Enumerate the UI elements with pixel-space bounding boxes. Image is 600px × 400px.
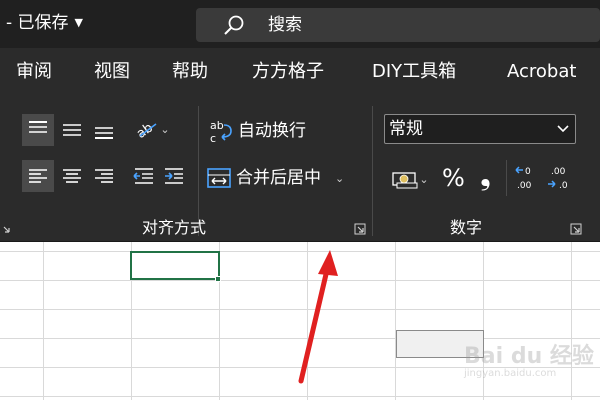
tab-acrobat[interactable]: Acrobat [507, 61, 576, 83]
tab-fangfang-gezi[interactable]: 方方格子 [252, 61, 324, 83]
tab-help[interactable]: 帮助 [172, 61, 208, 83]
merge-center-icon [207, 168, 231, 188]
separator [198, 106, 199, 236]
number-group-label: 数字 [450, 218, 483, 237]
bottom-align-button[interactable] [88, 114, 120, 146]
watermark-text: Bai du 经验 [464, 344, 594, 369]
decrease-indent-icon [133, 168, 153, 184]
accounting-format-button[interactable]: ⌄ [384, 164, 436, 194]
wrap-text-label: 自动换行 [238, 121, 306, 141]
left-align-button[interactable] [22, 160, 54, 192]
chevron-down-icon [557, 125, 569, 133]
svg-text:.0: .0 [559, 181, 568, 191]
orientation-icon: ab [134, 120, 157, 140]
orientation-button[interactable]: ab ⌄ [128, 114, 176, 144]
chevron-down-icon[interactable]: ⌄ [419, 173, 428, 186]
comma-style-button[interactable]: ❟ [480, 160, 491, 192]
increase-decimal-button[interactable]: 0 .00 [512, 162, 542, 194]
increase-indent-icon [165, 168, 183, 184]
middle-align-icon [63, 124, 81, 136]
dialog-launcher-icon[interactable] [0, 223, 12, 235]
center-align-icon [63, 169, 81, 183]
svg-text:0: 0 [525, 167, 531, 177]
accounting-format-icon [392, 172, 418, 189]
number-format-select[interactable]: 常规 [384, 114, 576, 144]
number-format-value: 常规 [389, 119, 423, 139]
search-label: 搜索 [268, 15, 302, 35]
svg-text:c: c [210, 132, 216, 144]
ribbon-tabs: 审阅 视图 帮助 方方格子 DIY工具箱 Acrobat [0, 48, 600, 96]
bottom-align-icon [95, 127, 113, 139]
watermark-url: jingyan.baidu.com [464, 368, 557, 379]
left-align-icon [29, 169, 47, 183]
ribbon: ab ⌄ ab c 自动换行 合并后居中 ⌄ 对齐方式 常规 ⌄ % ❟ 0 .… [0, 96, 600, 242]
chevron-down-icon[interactable]: ▼ [75, 16, 83, 29]
chevron-down-icon[interactable]: ⌄ [335, 172, 344, 185]
svg-text:ab: ab [210, 119, 224, 132]
watermark: Bai du 经验 jingyan.baidu.com [464, 338, 594, 384]
right-align-button[interactable] [88, 160, 120, 192]
merge-center-button[interactable]: 合并后居中 ⌄ [206, 164, 356, 192]
tab-view[interactable]: 视图 [94, 61, 130, 83]
decrease-decimal-button[interactable]: .00 .0 [544, 162, 574, 194]
increase-decimal-icon: 0 .00 [515, 166, 532, 191]
dialog-launcher-icon[interactable] [570, 223, 582, 235]
increase-indent-button[interactable] [160, 160, 190, 192]
alignment-group-label: 对齐方式 [142, 218, 207, 237]
selected-cell[interactable] [130, 251, 220, 280]
separator [506, 160, 507, 196]
search-box[interactable]: 搜索 [196, 8, 600, 42]
top-align-icon [29, 121, 47, 133]
svg-text:.00: .00 [517, 181, 532, 191]
middle-align-button[interactable] [56, 114, 88, 146]
center-align-button[interactable] [56, 160, 88, 192]
svg-text:ab: ab [134, 120, 156, 140]
percent-style-button[interactable]: % [442, 164, 465, 192]
tab-review[interactable]: 审阅 [16, 61, 52, 83]
chevron-down-icon[interactable]: ⌄ [160, 123, 169, 136]
fill-handle[interactable] [215, 276, 221, 282]
top-align-button[interactable] [22, 114, 54, 146]
decrease-indent-button[interactable] [128, 160, 158, 192]
wrap-text-button[interactable]: ab c 自动换行 [208, 116, 332, 146]
separator [372, 106, 373, 236]
right-align-icon [95, 169, 113, 183]
dialog-launcher-icon[interactable] [354, 223, 366, 235]
title-bar: - 已保存 ▼ 搜索 [0, 0, 600, 48]
wrap-text-icon: ab c [210, 119, 232, 144]
save-status-label: - 已保存 [6, 13, 69, 33]
tab-diy-toolbox[interactable]: DIY工具箱 [372, 61, 456, 83]
svg-text:.00: .00 [551, 167, 566, 177]
merge-center-label: 合并后居中 [236, 168, 321, 188]
decrease-decimal-icon: .00 .0 [548, 167, 568, 191]
search-icon [224, 15, 244, 35]
save-status[interactable]: - 已保存 ▼ [6, 12, 83, 34]
